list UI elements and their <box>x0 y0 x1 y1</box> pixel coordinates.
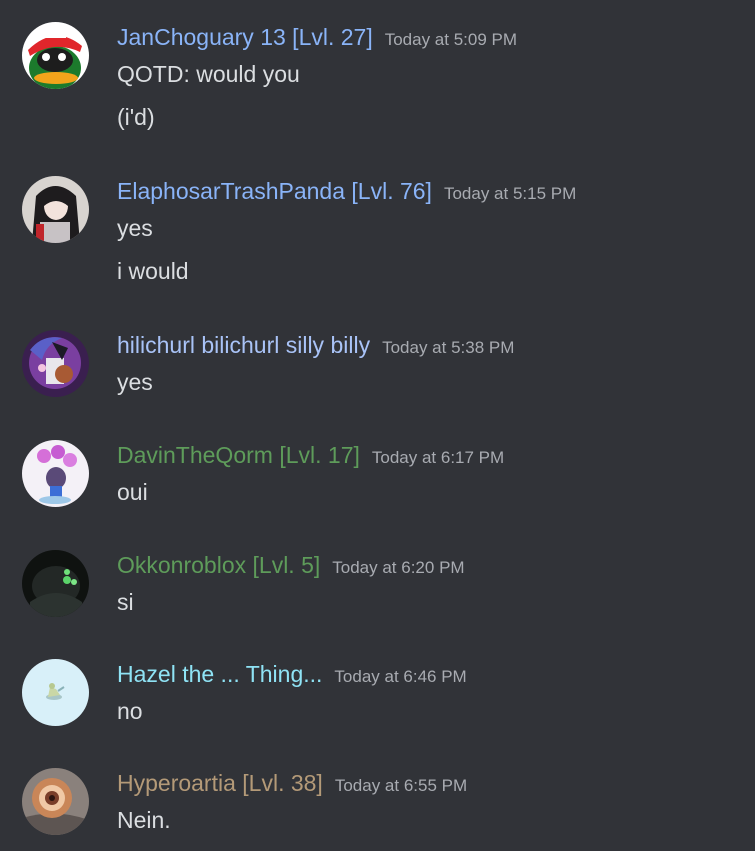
username[interactable]: hilichurl bilichurl silly billy <box>117 330 370 360</box>
username[interactable]: Hyperoartia [Lvl. 38] <box>117 768 323 798</box>
message-text: no <box>117 698 143 724</box>
message-header: ElaphosarTrashPanda [Lvl. 76] Today at 5:… <box>117 176 576 206</box>
message-text: si <box>117 589 134 615</box>
username[interactable]: DavinTheQorm [Lvl. 17] <box>117 440 360 470</box>
timestamp[interactable]: Today at 6:46 PM <box>334 662 466 692</box>
message-header: Hazel the ... Thing... Today at 6:46 PM <box>117 659 467 689</box>
message-text: yes <box>117 369 153 395</box>
message-header: Hyperoartia [Lvl. 38] Today at 6:55 PM <box>117 768 467 798</box>
character-with-pink-flowers-icon <box>22 440 89 507</box>
timestamp[interactable]: Today at 5:09 PM <box>385 25 517 55</box>
message-header: hilichurl bilichurl silly billy Today at … <box>117 330 514 360</box>
dark-robot-green-eyes-icon <box>22 550 89 617</box>
message-text: QOTD: would you <box>117 61 300 87</box>
avatar[interactable] <box>22 768 89 835</box>
anime-girl-avatar-icon <box>22 176 89 243</box>
message-text: oui <box>117 479 148 505</box>
timestamp[interactable]: Today at 5:38 PM <box>382 333 514 363</box>
message-text: i would <box>117 258 189 284</box>
username[interactable]: Hazel the ... Thing... <box>117 659 322 689</box>
timestamp[interactable]: Today at 5:15 PM <box>444 179 576 209</box>
username[interactable]: JanChoguary 13 [Lvl. 27] <box>117 22 373 52</box>
message-text: Nein. <box>117 807 171 833</box>
avatar[interactable] <box>22 176 89 243</box>
username[interactable]: Okkonroblox [Lvl. 5] <box>117 550 320 580</box>
avatar[interactable] <box>22 550 89 617</box>
timestamp[interactable]: Today at 6:17 PM <box>372 443 504 473</box>
message-text: yes <box>117 215 153 241</box>
avatar[interactable] <box>22 330 89 397</box>
message-text: (i'd) <box>117 104 155 130</box>
avatar[interactable] <box>22 659 89 726</box>
avatar[interactable] <box>22 440 89 507</box>
purple-character-avatar-icon <box>22 330 89 397</box>
avatar[interactable] <box>22 22 89 89</box>
message-header: Okkonroblox [Lvl. 5] Today at 6:20 PM <box>117 550 465 580</box>
message-header: JanChoguary 13 [Lvl. 27] Today at 5:09 PM <box>117 22 517 52</box>
message-header: DavinTheQorm [Lvl. 17] Today at 6:17 PM <box>117 440 504 470</box>
lamprey-mouth-icon <box>22 768 89 835</box>
penguin-with-red-cap-icon <box>22 22 89 89</box>
username[interactable]: ElaphosarTrashPanda [Lvl. 76] <box>117 176 432 206</box>
timestamp[interactable]: Today at 6:55 PM <box>335 771 467 801</box>
timestamp[interactable]: Today at 6:20 PM <box>332 553 464 583</box>
small-figure-light-blue-icon <box>22 659 89 726</box>
